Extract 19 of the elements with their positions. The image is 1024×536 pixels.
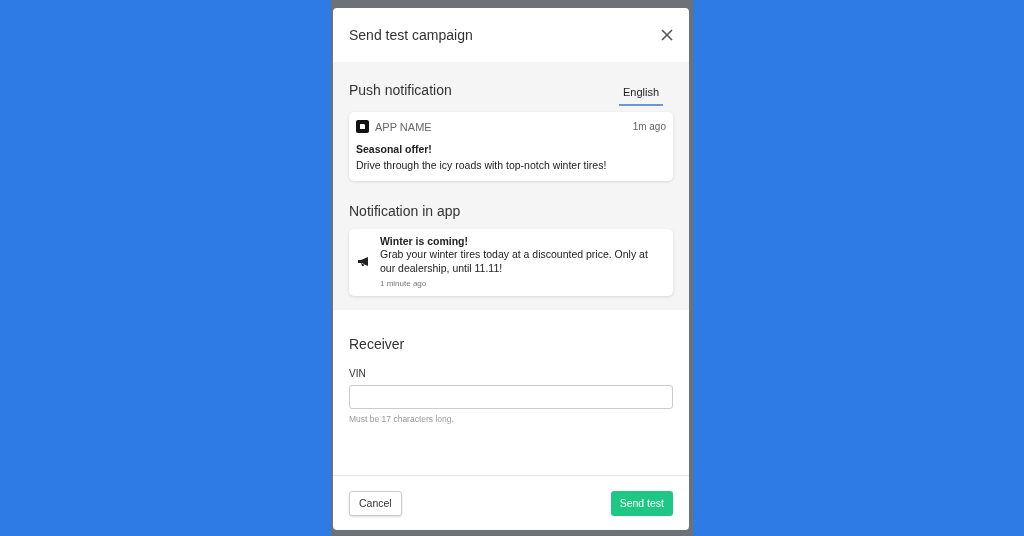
notification-body: Grab your winter tires today at a discounted price. Only at our dealership, until 11.11! [380, 247, 649, 275]
notification-body: Drive through the icy roads with top-notch winter tires! [356, 159, 608, 171]
app-icon [356, 120, 369, 133]
section-heading: Notification in app [349, 203, 462, 219]
language-tab[interactable]: English [618, 86, 663, 106]
notification-title: Winter is coming! [380, 235, 469, 247]
field-hint: Must be 17 characters long. [349, 414, 455, 424]
field-label: VIN [349, 368, 367, 379]
section-heading: Receiver [349, 336, 406, 352]
cancel-button[interactable]: Cancel [349, 490, 402, 516]
notification-time: 1m ago [632, 121, 666, 132]
close-icon[interactable] [661, 29, 673, 41]
section-heading: Push notification [349, 82, 452, 98]
app-name: APP NAME [375, 120, 432, 133]
notification-time: 1 minute ago [380, 279, 428, 288]
dialog-title: Send test campaign [349, 27, 473, 43]
notification-title: Seasonal offer! [356, 143, 433, 155]
vin-input-field[interactable] [349, 385, 673, 409]
megaphone-icon [357, 256, 370, 267]
